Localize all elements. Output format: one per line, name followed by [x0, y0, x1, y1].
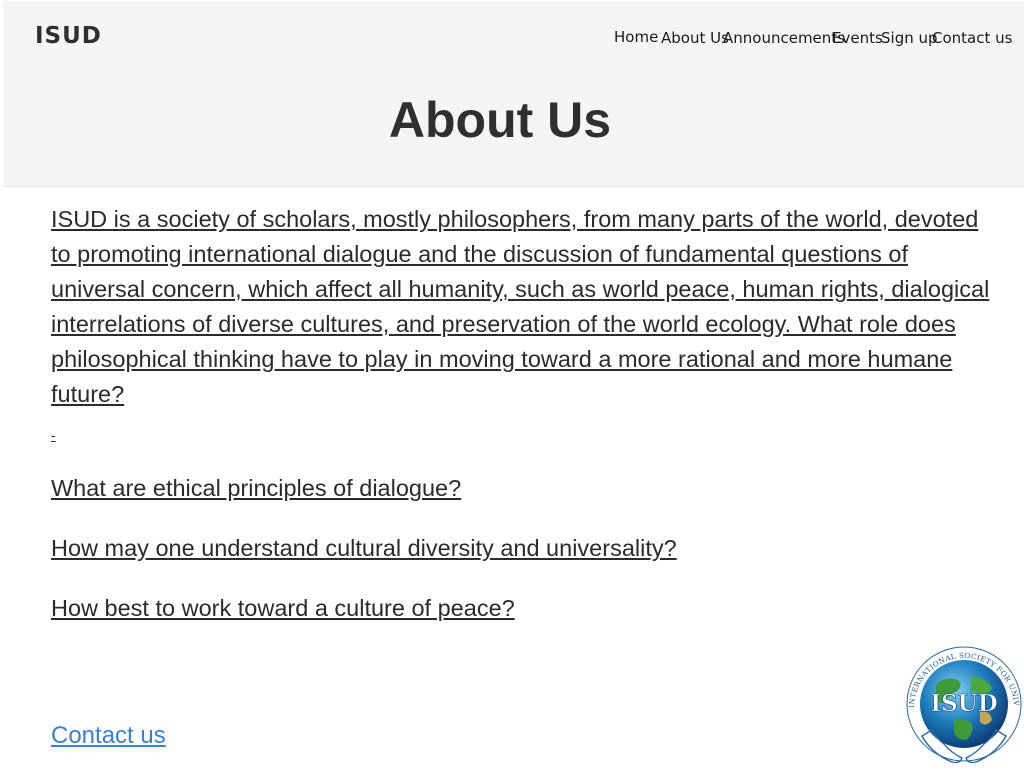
nav-home[interactable]: Home — [614, 28, 658, 46]
question-link[interactable]: What are ethical principles of dialogue? — [51, 475, 461, 501]
nav-events[interactable]: Events — [832, 29, 883, 47]
globe-emblem-icon: INTERNATIONAL SOCIETY FOR UNIVERSAL DIAL… — [898, 633, 1024, 768]
site-header: ISUD Home About Us Announcements Events … — [3, 1, 1024, 187]
nav-about-us[interactable]: About Us — [661, 29, 729, 47]
question-link[interactable]: How best to work toward a culture of pea… — [51, 595, 515, 621]
question-cultural-diversity: How may one understand cultural diversit… — [51, 535, 677, 562]
question-culture-of-peace: How best to work toward a culture of pea… — [51, 595, 515, 622]
intro-paragraph: ISUD is a society of scholars, mostly ph… — [51, 202, 991, 412]
nav-contact-us[interactable]: Contact us — [932, 29, 1012, 47]
site-logo[interactable]: ISUD — [35, 23, 102, 49]
svg-text:ISUD: ISUD — [930, 690, 997, 717]
nav-announcements[interactable]: Announcements — [723, 29, 845, 47]
dash-link[interactable]: - — [51, 427, 56, 443]
intro-link[interactable]: ISUD is a society of scholars, mostly ph… — [51, 206, 989, 407]
question-ethical-principles: What are ethical principles of dialogue? — [51, 475, 461, 502]
nav-sign-up[interactable]: Sign up — [881, 29, 938, 47]
main-content: ISUD is a society of scholars, mostly ph… — [51, 202, 991, 442]
question-link[interactable]: How may one understand cultural diversit… — [51, 535, 677, 561]
contact-us-link[interactable]: Contact us — [51, 722, 166, 750]
page-title: About Us — [388, 92, 612, 148]
separator-dash: - — [51, 428, 991, 442]
